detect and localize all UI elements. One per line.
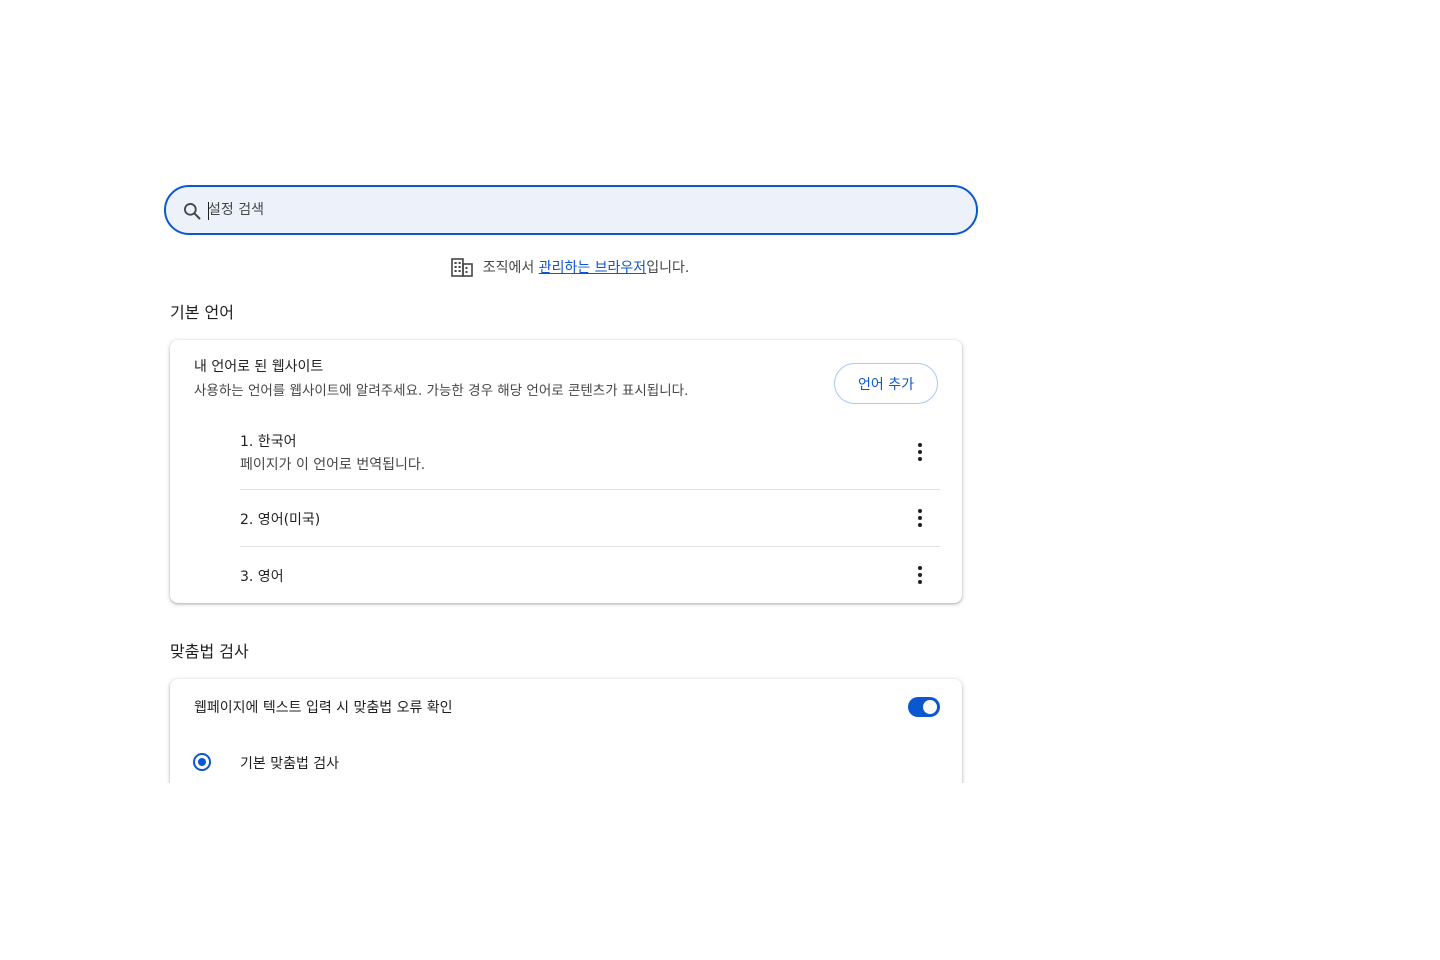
settings-viewport: 조직에서 관리하는 브라우저입니다. 기본 언어 내 언어로 된 웹사이트 사용… (0, 0, 1440, 783)
more-vert-icon[interactable] (916, 508, 924, 528)
section-title-languages: 기본 언어 (170, 303, 234, 322)
spell-check-toggle-label: 웹페이지에 텍스트 입력 시 맞춤법 오류 확인 (194, 700, 453, 716)
search-bar[interactable] (164, 185, 978, 235)
more-vert-icon[interactable] (916, 565, 924, 585)
section-title-spell-check: 맞춤법 검사 (170, 642, 249, 661)
managed-browser-link[interactable]: 관리하는 브라우저 (539, 260, 647, 276)
language-item-korean: 1. 한국어 페이지가 이 언어로 번역됩니다. (240, 430, 940, 490)
managed-notice: 조직에서 관리하는 브라우저입니다. (0, 257, 1140, 281)
languages-card: 내 언어로 된 웹사이트 사용하는 언어를 웹사이트에 알려주세요. 가능한 경… (170, 340, 962, 603)
language-description: 페이지가 이 언어로 번역됩니다. (240, 457, 426, 473)
search-input[interactable] (206, 191, 948, 229)
divider (240, 546, 940, 547)
building-icon (450, 258, 473, 277)
basic-spell-check-label: 기본 맞춤법 검사 (240, 756, 340, 772)
managed-notice-text: 조직에서 관리하는 브라우저입니다. (483, 257, 690, 277)
languages-card-subtitle: 사용하는 언어를 웹사이트에 알려주세요. 가능한 경우 해당 언어로 콘텐츠가… (194, 383, 689, 399)
language-item-english-us: 2. 영어(미국) (240, 509, 940, 533)
radio-selected-dot (198, 758, 206, 766)
add-language-button[interactable]: 언어 추가 (834, 363, 938, 404)
languages-card-title: 내 언어로 된 웹사이트 (194, 359, 324, 375)
more-vert-icon[interactable] (916, 442, 924, 462)
language-name: 3. 영어 (240, 569, 284, 585)
managed-notice-prefix: 조직에서 (482, 260, 539, 276)
language-name: 1. 한국어 (240, 434, 297, 450)
text-caret (208, 202, 209, 220)
language-name: 2. 영어(미국) (240, 512, 321, 528)
language-item-english: 3. 영어 (240, 566, 940, 590)
managed-notice-suffix: 입니다. (646, 260, 690, 276)
toggle-knob (923, 700, 937, 714)
search-icon (184, 203, 201, 220)
spell-check-toggle[interactable] (908, 697, 940, 717)
divider (240, 489, 940, 490)
spell-check-card: 웹페이지에 텍스트 입력 시 맞춤법 오류 확인 기본 맞춤법 검사 (170, 679, 962, 783)
basic-spell-check-radio[interactable] (193, 753, 211, 771)
settings-page: 조직에서 관리하는 브라우저입니다. 기본 언어 내 언어로 된 웹사이트 사용… (0, 0, 1440, 960)
